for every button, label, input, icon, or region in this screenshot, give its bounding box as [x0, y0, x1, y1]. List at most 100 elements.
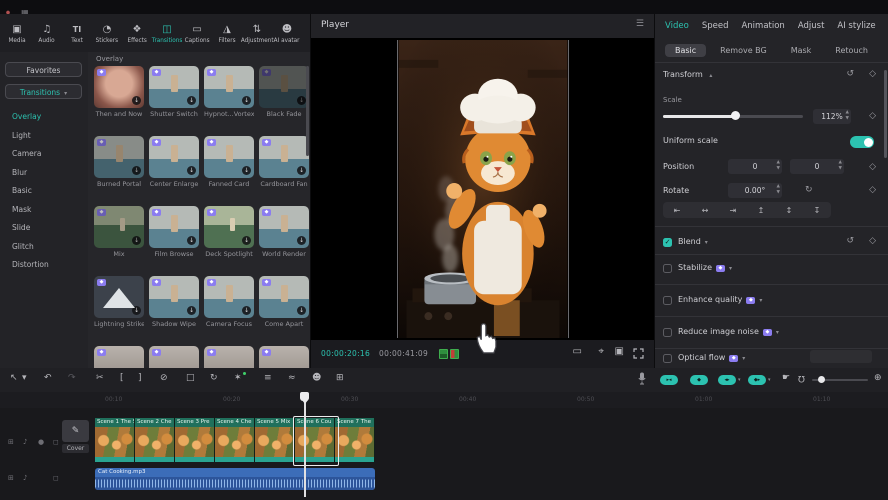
undo-icon[interactable]: ↶	[44, 373, 52, 383]
timeline-clip-2[interactable]: Scene 2 Che	[135, 418, 175, 462]
transition-thumbnail[interactable]: ◆↓	[204, 66, 254, 108]
video-preview[interactable]	[397, 40, 569, 338]
track-toggle-pill-4[interactable]: ◆▸	[748, 375, 766, 385]
cover-edit-button[interactable]: ✎	[62, 420, 89, 442]
favorites-button[interactable]: Favorites	[5, 62, 82, 77]
transition-thumbnail[interactable]: ◆↓	[204, 346, 254, 368]
timeline-clip-6[interactable]: Scene 6 Cou	[295, 418, 335, 462]
transition-item-hypnot-vortex[interactable]: ◆↓Hypnot...Vortex	[204, 66, 254, 118]
transition-thumbnail[interactable]: ◆↓	[204, 206, 254, 248]
mark-out-icon[interactable]: ]	[138, 373, 142, 383]
expand-caret-icon[interactable]: ▾	[729, 265, 732, 272]
sidebar-item-basic[interactable]: Basic	[12, 186, 32, 195]
transform-keyframe-icon[interactable]: ◇	[869, 69, 876, 79]
transition-item-film-browse[interactable]: ◆↓Film Browse	[149, 206, 199, 258]
uniform-scale-toggle[interactable]	[850, 136, 874, 148]
inspector-subtab-mask[interactable]: Mask	[781, 44, 822, 57]
playhead-line[interactable]	[304, 394, 306, 497]
ribbon-tab-text[interactable]: TIText	[62, 23, 92, 44]
ratio-icon[interactable]: ▭	[573, 346, 582, 357]
transition-thumbnail[interactable]: ◆↓	[259, 136, 309, 178]
transition-thumbnail[interactable]: ◆↓	[259, 276, 309, 318]
transition-item-burned-portal[interactable]: ◆↓Burned Portal	[94, 136, 144, 188]
sidebar-item-overlay[interactable]: Overlay	[12, 112, 41, 121]
transition-thumbnail[interactable]: ◆↓	[259, 346, 309, 368]
timeline-ruler[interactable]: 00:1000:2000:3000:4000:5001:0001:10	[0, 392, 888, 408]
transition-item-fanned-card[interactable]: ◆↓Fanned Card	[204, 136, 254, 188]
inspector-subtab-remove-bg[interactable]: Remove BG	[710, 44, 777, 57]
transition-thumbnail[interactable]: ◆↓	[94, 66, 144, 108]
transition-thumbnail[interactable]: ◆↓	[259, 66, 309, 108]
ribbon-tab-audio[interactable]: ♫Audio	[32, 23, 62, 44]
transition-item-world-render[interactable]: ◆↓World Render	[259, 206, 309, 258]
inspector-tab-animation[interactable]: Animation	[741, 21, 784, 31]
avatar-icon[interactable]: ☻	[312, 373, 321, 383]
mic-icon[interactable]	[638, 372, 646, 388]
transition-thumbnail[interactable]: ◆↓	[94, 346, 144, 368]
snap-magnet-icon[interactable]: Ω	[798, 373, 805, 383]
transition-thumbnail[interactable]: ◆↓	[259, 206, 309, 248]
transition-thumbnail[interactable]: ◆↓	[94, 136, 144, 178]
inspector-subtab-retouch[interactable]: Retouch	[825, 44, 878, 57]
inspector-scrollbar[interactable]	[884, 70, 887, 158]
quality-icon[interactable]: ▣	[615, 346, 624, 357]
transition-item-shutter-switch[interactable]: ◆↓Shutter Switch	[149, 66, 199, 118]
scale-keyframe-icon[interactable]: ◇	[869, 111, 876, 121]
audio-track-lock-icon[interactable]: ◻	[53, 474, 59, 482]
align-right-icon[interactable]: ⇥	[730, 206, 737, 215]
track-toggle-pill-2[interactable]: ◆	[690, 375, 708, 385]
inspector-tab-adjust[interactable]: Adjust	[798, 21, 825, 31]
sidebar-item-blur[interactable]: Blur	[12, 168, 27, 177]
transition-thumbnail[interactable]: ◆↓	[149, 66, 199, 108]
gallery-scrollbar[interactable]	[306, 66, 309, 156]
transition-thumbnail[interactable]: ◆↓	[204, 276, 254, 318]
playhead-handle[interactable]	[300, 392, 309, 401]
sidebar-item-glitch[interactable]: Glitch	[12, 242, 34, 251]
timeline-clip-5[interactable]: Scene 5 Mix	[255, 418, 295, 462]
align-middle-icon[interactable]: ↕	[786, 206, 793, 215]
position-x-box[interactable]: 0 ▲▼	[728, 159, 782, 174]
transition-item-come-apart[interactable]: ◆↓Come Apart	[259, 276, 309, 328]
align-bottom-icon[interactable]: ↧	[814, 206, 821, 215]
zoom-in-icon[interactable]: ⊕	[874, 373, 882, 383]
transition-item-then-and-now[interactable]: ◆↓Then and Now	[94, 66, 144, 118]
scale-value-box[interactable]: 112% ▲▼	[813, 109, 851, 124]
ribbon-tab-effects[interactable]: ❖Effects	[122, 23, 152, 44]
layers-icon[interactable]: ≡	[264, 373, 272, 383]
blend-keyframe-icon[interactable]: ◇	[869, 236, 876, 246]
video-track-options-icon[interactable]: ⊞	[8, 438, 14, 446]
video-track-lock-icon[interactable]: ◻	[53, 438, 59, 446]
ribbon-tab-captions[interactable]: ▭Captions	[182, 23, 212, 44]
select-tool-icon[interactable]: ↖	[10, 373, 18, 383]
track-toggle-pill-1[interactable]: ▸◂	[660, 375, 678, 385]
expand-caret-icon[interactable]: ▾	[759, 297, 762, 304]
scale-stepper[interactable]: ▲▼	[846, 110, 849, 122]
audio-track-mute-icon[interactable]: ♪	[23, 474, 27, 482]
focus-icon[interactable]: ⌖	[598, 346, 604, 357]
transition-item-partial-18[interactable]: ◆↓	[204, 346, 254, 368]
inspector-tab-ai-stylize[interactable]: AI stylize	[837, 21, 875, 31]
magic-wand-icon[interactable]: ✶	[234, 373, 242, 383]
timeline-clip-3[interactable]: Scene 3 Pre	[175, 418, 215, 462]
transition-thumbnail[interactable]: ◆↓	[94, 206, 144, 248]
transition-item-lightning-strike[interactable]: ◆↓Lightning Strike	[94, 276, 144, 328]
ribbon-tab-stickers[interactable]: ◔Stickers	[92, 23, 122, 44]
align-top-icon[interactable]: ↥	[758, 206, 765, 215]
ribbon-tab-ai-avatar[interactable]: ☻AI avatar	[272, 23, 302, 44]
player-stage[interactable]	[311, 38, 654, 340]
player-menu-icon[interactable]: ☰	[636, 19, 644, 29]
range-start-flag-icon[interactable]	[439, 349, 448, 359]
screen-icon[interactable]: ⊞	[336, 373, 344, 383]
align-center-h-icon[interactable]: ↔	[702, 206, 709, 215]
scale-slider[interactable]	[663, 110, 803, 122]
audio-wave-icon[interactable]: ≈	[288, 373, 296, 383]
blend-reset-icon[interactable]: ↺	[846, 236, 854, 246]
redo-icon[interactable]: ↷	[68, 373, 76, 383]
rotate-stepper[interactable]: ▲▼	[777, 184, 780, 196]
transition-item-partial-16[interactable]: ◆↓	[94, 346, 144, 368]
inspector-subtab-basic[interactable]: Basic	[665, 44, 706, 57]
scale-slider-knob[interactable]	[731, 111, 740, 120]
video-track-hide-icon[interactable]: ●	[38, 438, 44, 446]
hand-tool-icon[interactable]: ☛	[782, 373, 790, 383]
ribbon-tab-transitions[interactable]: ◫Transitions	[152, 23, 182, 44]
